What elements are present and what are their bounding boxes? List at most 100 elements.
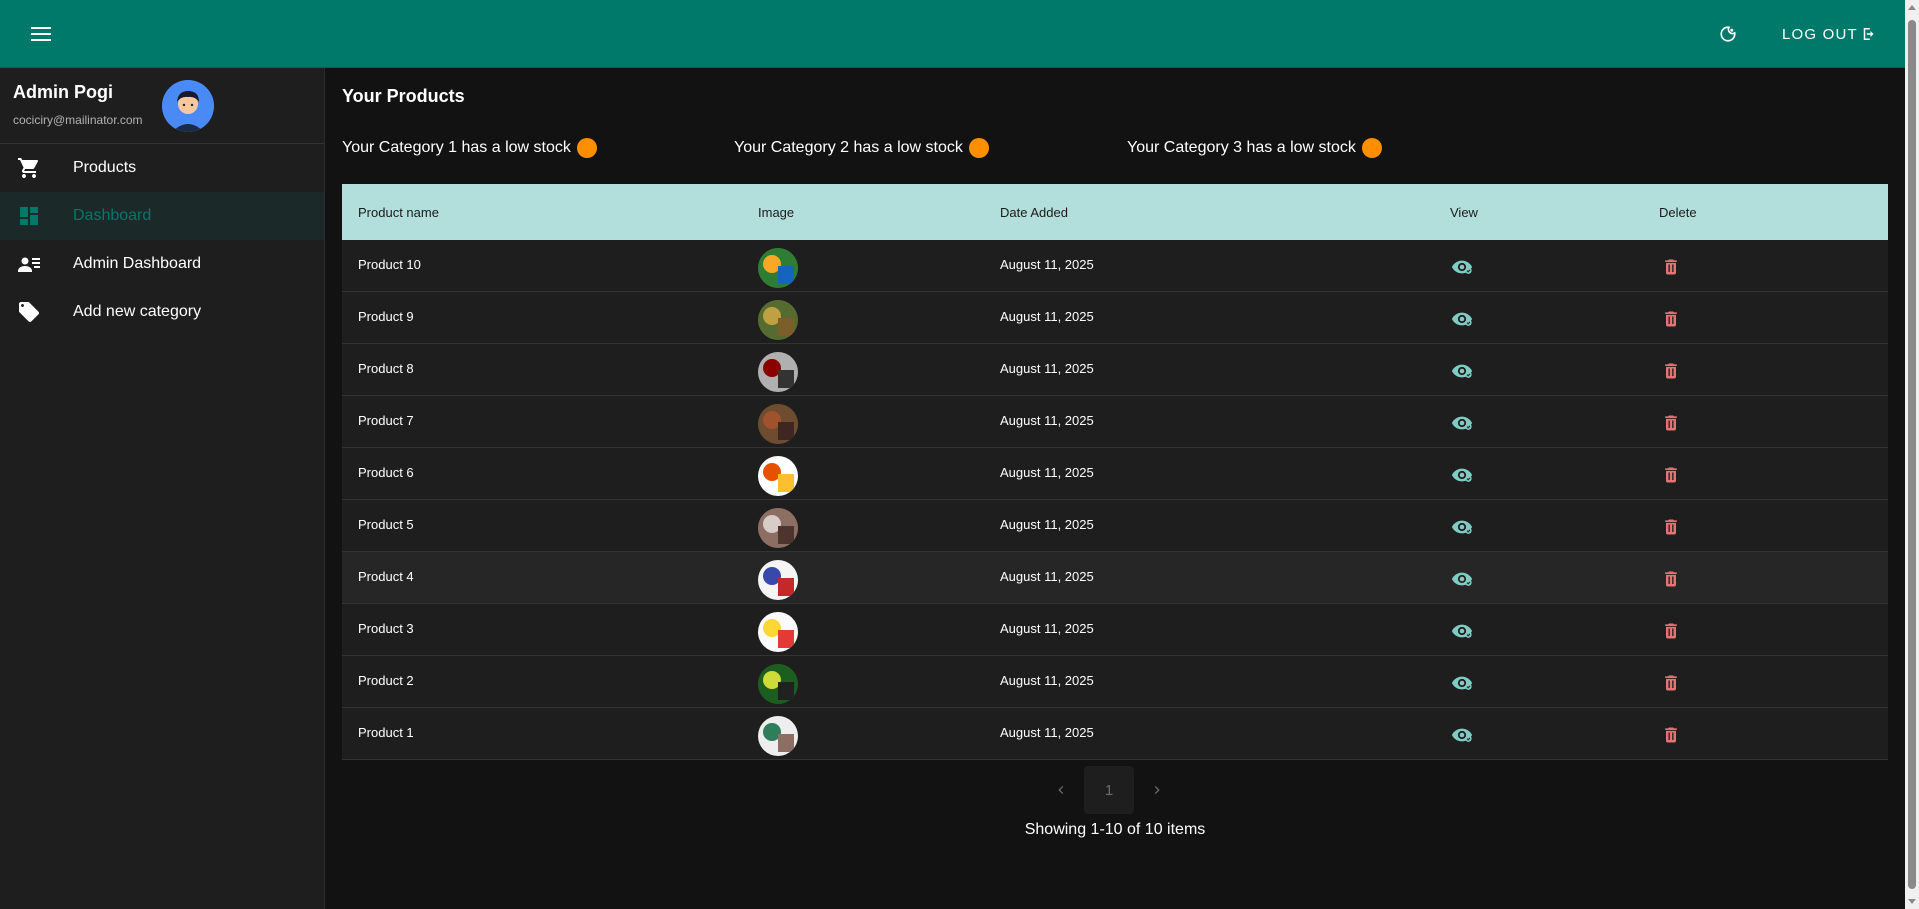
trash-icon bbox=[1665, 727, 1677, 743]
view-button[interactable] bbox=[1450, 723, 1474, 747]
delete-button[interactable] bbox=[1659, 411, 1683, 435]
scrollbar-thumb[interactable] bbox=[1908, 20, 1916, 889]
trash-icon bbox=[1665, 415, 1677, 431]
top-app-bar: LOG OUT bbox=[0, 0, 1905, 68]
app-root: LOG OUT Admin Pogi cociciry@mailinator.c… bbox=[0, 0, 1919, 909]
low-stock-alert: Your Category 2 has a low stock bbox=[734, 136, 989, 160]
product-name-cell: Product 5 bbox=[358, 517, 414, 532]
delete-button[interactable] bbox=[1659, 619, 1683, 643]
table-row: Product 6 August 11, 2025 bbox=[342, 448, 1888, 500]
product-name-cell: Product 9 bbox=[358, 309, 414, 324]
product-name-cell: Product 4 bbox=[358, 569, 414, 584]
logout-icon bbox=[1863, 28, 1874, 40]
profile-name: Admin Pogi bbox=[13, 82, 113, 102]
next-page-button[interactable] bbox=[1134, 766, 1180, 814]
delete-button[interactable] bbox=[1659, 359, 1683, 383]
product-thumbnail bbox=[758, 664, 798, 704]
date-added-cell: August 11, 2025 bbox=[1000, 569, 1094, 584]
view-button[interactable] bbox=[1450, 671, 1474, 695]
theme-toggle-icon bbox=[1720, 26, 1736, 42]
view-button[interactable] bbox=[1450, 255, 1474, 279]
sidebar-item-label: Dashboard bbox=[73, 207, 152, 224]
scroll-up-arrow-icon[interactable] bbox=[1908, 5, 1916, 10]
view-eye-icon bbox=[1451, 572, 1473, 586]
view-button[interactable] bbox=[1450, 463, 1474, 487]
trash-icon bbox=[1665, 519, 1677, 535]
view-eye-icon bbox=[1451, 312, 1473, 326]
product-name-cell: Product 6 bbox=[358, 465, 414, 480]
delete-button[interactable] bbox=[1659, 463, 1683, 487]
cart-icon bbox=[17, 156, 41, 180]
sidebar-item-dashboard[interactable]: Dashboard bbox=[0, 192, 324, 240]
view-button[interactable] bbox=[1450, 307, 1474, 331]
delete-button[interactable] bbox=[1659, 307, 1683, 331]
table-row: Product 7 August 11, 2025 bbox=[342, 396, 1888, 448]
table-row: Product 9 August 11, 2025 bbox=[342, 292, 1888, 344]
product-thumbnail bbox=[758, 456, 798, 496]
alert-text: Your Category 2 has a low stock bbox=[734, 139, 963, 156]
low-stock-alert: Your Category 3 has a low stock bbox=[1127, 136, 1382, 160]
view-button[interactable] bbox=[1450, 411, 1474, 435]
trash-icon bbox=[1665, 311, 1677, 327]
sidebar-item-admin-dashboard[interactable]: Admin Dashboard bbox=[0, 240, 324, 288]
table-row: Product 4 August 11, 2025 bbox=[342, 552, 1888, 604]
delete-button[interactable] bbox=[1659, 255, 1683, 279]
date-added-cell: August 11, 2025 bbox=[1000, 361, 1094, 376]
scroll-down-arrow-icon[interactable] bbox=[1908, 899, 1916, 904]
pagination-summary: Showing 1-10 of 10 items bbox=[1024, 821, 1206, 838]
product-name-cell: Product 1 bbox=[358, 725, 414, 740]
view-eye-icon bbox=[1451, 468, 1473, 482]
sidebar-item-label: Products bbox=[73, 159, 137, 176]
pagination: 1 bbox=[1038, 766, 1180, 814]
page-number-button[interactable]: 1 bbox=[1084, 766, 1134, 814]
product-thumbnail bbox=[758, 612, 798, 652]
page-scrollbar[interactable] bbox=[1905, 0, 1919, 909]
product-name-cell: Product 7 bbox=[358, 413, 414, 428]
date-added-cell: August 11, 2025 bbox=[1000, 309, 1094, 324]
view-button[interactable] bbox=[1450, 567, 1474, 591]
date-added-cell: August 11, 2025 bbox=[1000, 257, 1094, 272]
column-header-view[interactable]: View bbox=[1450, 205, 1478, 220]
sidebar-item-label: Add new category bbox=[73, 303, 202, 320]
previous-page-button[interactable] bbox=[1038, 766, 1084, 814]
column-header-product-name[interactable]: Product name bbox=[358, 205, 439, 220]
date-added-cell: August 11, 2025 bbox=[1000, 725, 1094, 740]
menu-button[interactable] bbox=[26, 19, 56, 49]
logout-button[interactable]: LOG OUT bbox=[1770, 18, 1890, 50]
sidebar-item-products[interactable]: Products bbox=[0, 144, 324, 192]
main-content: Your Products Your Category 1 has a low … bbox=[326, 68, 1905, 909]
view-eye-icon bbox=[1451, 676, 1473, 690]
products-table: Product name Image Date Added View Delet… bbox=[342, 184, 1888, 760]
view-eye-icon bbox=[1451, 624, 1473, 638]
delete-button[interactable] bbox=[1659, 515, 1683, 539]
menu-icon bbox=[31, 27, 51, 41]
trash-icon bbox=[1665, 675, 1677, 691]
date-added-cell: August 11, 2025 bbox=[1000, 465, 1094, 480]
product-thumbnail bbox=[758, 352, 798, 392]
view-eye-icon bbox=[1451, 520, 1473, 534]
trash-icon bbox=[1665, 571, 1677, 587]
product-name-cell: Product 10 bbox=[358, 257, 421, 272]
column-header-image[interactable]: Image bbox=[758, 205, 794, 220]
trash-icon bbox=[1665, 467, 1677, 483]
admin-list-icon bbox=[17, 252, 41, 276]
product-thumbnail bbox=[758, 404, 798, 444]
table-body: Product 10 August 11, 2025 Product 9 Aug… bbox=[342, 240, 1888, 760]
delete-button[interactable] bbox=[1659, 671, 1683, 695]
trash-icon bbox=[1665, 623, 1677, 639]
view-button[interactable] bbox=[1450, 619, 1474, 643]
chevron-right-icon bbox=[1154, 786, 1160, 794]
avatar[interactable] bbox=[162, 80, 214, 132]
view-button[interactable] bbox=[1450, 359, 1474, 383]
delete-button[interactable] bbox=[1659, 723, 1683, 747]
column-header-delete[interactable]: Delete bbox=[1659, 205, 1697, 220]
low-stock-alert: Your Category 1 has a low stock bbox=[342, 136, 597, 160]
view-eye-icon bbox=[1451, 728, 1473, 742]
theme-toggle-button[interactable] bbox=[1714, 20, 1742, 48]
view-eye-icon bbox=[1451, 416, 1473, 430]
delete-button[interactable] bbox=[1659, 567, 1683, 591]
column-header-date-added[interactable]: Date Added bbox=[1000, 205, 1068, 220]
view-button[interactable] bbox=[1450, 515, 1474, 539]
page-title: Your Products bbox=[342, 86, 465, 106]
sidebar-item-add-category[interactable]: Add new category bbox=[0, 288, 324, 336]
